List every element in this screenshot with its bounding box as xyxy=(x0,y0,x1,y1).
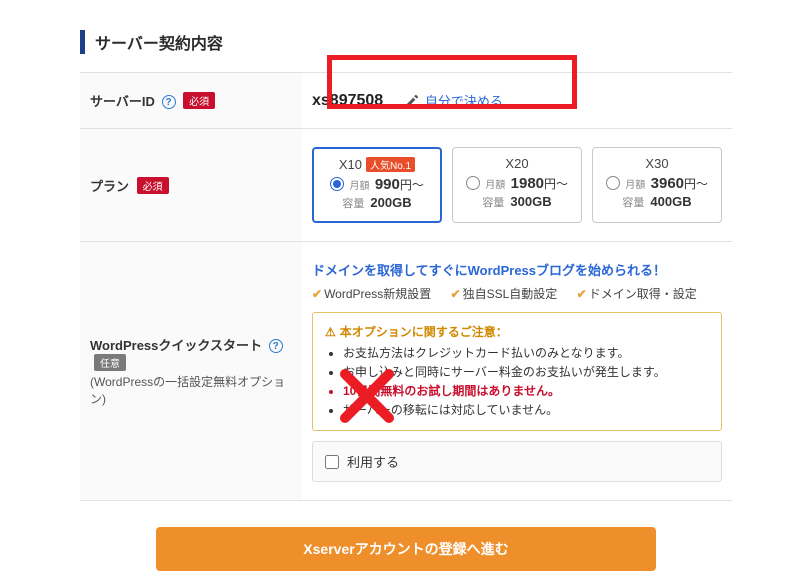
required-badge: 必須 xyxy=(137,177,169,194)
plan-price: 3960 xyxy=(651,175,684,192)
plan-card-x10[interactable]: X10 人気No.1 月額 990円～ 容量 200GB xyxy=(312,147,442,223)
notice-item-red: 10日間無料のお試し期間はありません。 xyxy=(343,382,709,399)
server-id-label-cell: サーバーID ? 必須 xyxy=(80,73,302,129)
section-title: サーバー契約内容 xyxy=(80,30,732,54)
plan-name: X10 xyxy=(339,157,362,172)
capacity-label: 容量 xyxy=(482,197,504,209)
plan-name: X20 xyxy=(505,156,528,171)
check-icon: ✔ xyxy=(312,287,322,301)
quickstart-use-label: 利用する xyxy=(347,452,399,471)
popular-badge: 人気No.1 xyxy=(366,157,415,172)
warning-icon: ⚠ xyxy=(325,325,336,339)
monthly-label: 月額 xyxy=(349,181,369,192)
yen-suffix: 円～ xyxy=(684,177,708,191)
plan-price: 1980 xyxy=(511,175,544,192)
yen-suffix: 円～ xyxy=(544,177,568,191)
quickstart-label-cell: WordPressクイックスタート ? 任意 (WordPressの一括設定無料… xyxy=(80,242,302,501)
contract-form-table: サーバーID ? 必須 xs897508 自分で決める プラン 必須 X10 人… xyxy=(80,72,732,501)
server-id-value: xs897508 xyxy=(312,92,383,110)
check-icon: ✔ xyxy=(577,287,587,301)
notice-item: お支払方法はクレジットカード払いのみとなります。 xyxy=(343,344,709,361)
plan-card-x30[interactable]: X30 月額 3960円～ 容量 400GB xyxy=(592,147,722,223)
plan-capacity: 200GB xyxy=(370,195,411,210)
yen-suffix: 円～ xyxy=(400,178,424,192)
capacity-label: 容量 xyxy=(622,197,644,209)
help-icon[interactable]: ? xyxy=(269,339,283,353)
plan-options: X10 人気No.1 月額 990円～ 容量 200GB X20 xyxy=(312,147,722,223)
plan-capacity: 300GB xyxy=(510,194,551,209)
server-id-label: サーバーID xyxy=(90,94,155,109)
check-icon: ✔ xyxy=(451,287,461,301)
feature-item: WordPress新規設置 xyxy=(324,287,431,301)
quickstart-features: ✔WordPress新規設置 ✔独自SSL自動設定 ✔ドメイン取得・設定 xyxy=(312,285,722,302)
feature-item: 独自SSL自動設定 xyxy=(463,287,558,301)
notice-item: サーバーの移転には対応していません。 xyxy=(343,401,709,418)
decide-self-link[interactable]: 自分で決める xyxy=(425,94,503,109)
radio-icon xyxy=(330,177,344,191)
feature-item: ドメイン取得・設定 xyxy=(589,287,697,301)
quickstart-label: WordPressクイックスタート xyxy=(90,338,262,353)
quickstart-notice: ⚠ 本オプションに関するご注意： お支払方法はクレジットカード払いのみとなります。… xyxy=(312,312,722,431)
plan-label: プラン xyxy=(90,179,129,194)
quickstart-use-checkbox[interactable] xyxy=(325,455,339,469)
optional-badge: 任意 xyxy=(94,354,126,371)
capacity-label: 容量 xyxy=(342,198,364,210)
proceed-register-button[interactable]: Xserverアカウントの登録へ進む xyxy=(156,527,656,571)
monthly-label: 月額 xyxy=(625,180,645,191)
plan-price: 990 xyxy=(375,176,400,193)
quickstart-subnote: (WordPressの一括設定無料オプション) xyxy=(90,373,292,407)
plan-label-cell: プラン 必須 xyxy=(80,129,302,242)
quickstart-headline: ドメインを取得してすぐにWordPressブログを始められる！ xyxy=(312,260,722,279)
notice-title: 本オプションに関するご注意： xyxy=(340,325,508,339)
notice-item: お申し込みと同時にサーバー料金のお支払いが発生します。 xyxy=(343,363,709,380)
plan-name: X30 xyxy=(645,156,668,171)
required-badge: 必須 xyxy=(183,92,215,109)
pencil-icon xyxy=(405,94,419,108)
radio-icon xyxy=(466,176,480,190)
help-icon[interactable]: ? xyxy=(162,95,176,109)
plan-card-x20[interactable]: X20 月額 1980円～ 容量 300GB xyxy=(452,147,582,223)
monthly-label: 月額 xyxy=(485,180,505,191)
plan-capacity: 400GB xyxy=(650,194,691,209)
radio-icon xyxy=(606,176,620,190)
quickstart-use-checkbox-row[interactable]: 利用する xyxy=(312,441,722,482)
